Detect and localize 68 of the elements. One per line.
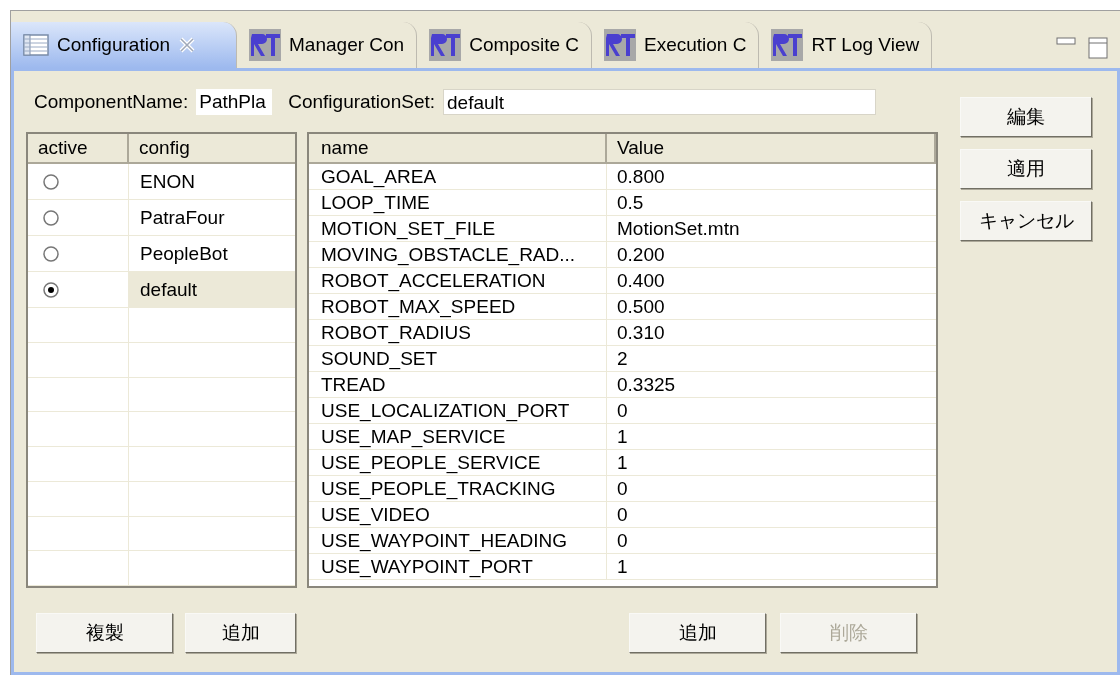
rt-logo-icon bbox=[249, 29, 282, 61]
table-cell: SOUND_SET bbox=[309, 346, 607, 371]
close-icon[interactable] bbox=[178, 36, 197, 54]
field-label: ComponentName: bbox=[34, 89, 189, 114]
push-button[interactable]: 適用 bbox=[960, 149, 1092, 189]
table-cell: USE_VIDEO bbox=[309, 502, 607, 527]
table-cell: USE_PEOPLE_TRACKING bbox=[309, 476, 607, 501]
field-label: ConfigurationSet: bbox=[288, 89, 436, 114]
table-cell-text: MotionSet.mtn bbox=[616, 217, 741, 241]
table-cell[interactable]: PeopleBot bbox=[129, 236, 295, 271]
table-cell: USE_WAYPOINT_PORT bbox=[309, 554, 607, 579]
table-cell: USE_PEOPLE_SERVICE bbox=[309, 450, 607, 475]
table-cell-text: 1 bbox=[616, 425, 629, 449]
table-icon bbox=[23, 34, 49, 56]
table-cell-text: 1 bbox=[616, 451, 629, 475]
configuration-set-field[interactable]: default bbox=[443, 89, 877, 115]
push-button[interactable]: 追加 bbox=[629, 613, 766, 653]
tab-label: Execution C bbox=[644, 32, 747, 57]
column-header[interactable]: config bbox=[129, 134, 295, 162]
maximize-icon[interactable] bbox=[1088, 37, 1108, 59]
tab-label: Configuration bbox=[57, 32, 171, 57]
component-name-field[interactable]: PathPla bbox=[196, 89, 273, 115]
table-cell-text: 0.800 bbox=[616, 165, 666, 189]
radio-button[interactable] bbox=[42, 280, 60, 299]
table-cell-text: 0.200 bbox=[616, 243, 666, 267]
table-cell: MOVING_OBSTACLE_RAD... bbox=[309, 242, 607, 267]
push-button[interactable]: キャンセル bbox=[960, 201, 1092, 241]
tab[interactable]: Configuration bbox=[11, 22, 238, 68]
table-cell-text: 0.500 bbox=[616, 295, 666, 319]
table-cell-text: 1 bbox=[616, 555, 629, 579]
push-button[interactable]: 追加 bbox=[185, 613, 296, 653]
table-cell-text: 0 bbox=[616, 477, 629, 501]
table-cell: USE_MAP_SERVICE bbox=[309, 424, 607, 449]
table-cell: LOOP_TIME bbox=[309, 190, 607, 215]
table-cell: ROBOT_MAX_SPEED bbox=[309, 294, 607, 319]
tab-label: Composite C bbox=[469, 32, 579, 57]
table-cell: TREAD bbox=[309, 372, 607, 397]
table-cell: ROBOT_ACCELERATION bbox=[309, 268, 607, 293]
table-cell[interactable]: default bbox=[129, 272, 295, 307]
table-cell: USE_WAYPOINT_HEADING bbox=[309, 528, 607, 553]
radio-button[interactable] bbox=[42, 172, 60, 191]
minimize-icon[interactable] bbox=[1056, 37, 1076, 47]
table-cell-text: 0 bbox=[616, 399, 629, 423]
column-header[interactable]: Value bbox=[607, 134, 936, 162]
table-cell: GOAL_AREA bbox=[309, 164, 607, 189]
table-cell-text: 2 bbox=[616, 347, 629, 371]
table-cell[interactable]: ENON bbox=[129, 164, 295, 199]
tab-label: Manager Con bbox=[289, 32, 405, 57]
table-cell-text: 0.5 bbox=[616, 191, 645, 215]
rt-logo-icon bbox=[604, 29, 636, 61]
column-header[interactable]: active bbox=[28, 134, 129, 162]
table-cell: ROBOT_RADIUS bbox=[309, 320, 607, 345]
table-cell-text: 0 bbox=[616, 503, 629, 527]
rt-logo-icon bbox=[429, 29, 462, 61]
column-header[interactable]: name bbox=[309, 134, 607, 162]
table-cell: MOTION_SET_FILE bbox=[309, 216, 607, 241]
push-button[interactable]: 複製 bbox=[36, 613, 173, 653]
table-cell-text: 0.400 bbox=[616, 269, 666, 293]
table-cell-text: 0 bbox=[616, 529, 629, 553]
table-cell: USE_LOCALIZATION_PORT bbox=[309, 398, 607, 423]
rt-logo-icon bbox=[771, 29, 804, 61]
table-cell[interactable]: PatraFour bbox=[129, 200, 295, 235]
push-button[interactable]: 編集 bbox=[960, 97, 1092, 137]
table-cell-text: 0.310 bbox=[616, 321, 666, 345]
radio-button[interactable] bbox=[42, 244, 60, 263]
radio-button[interactable] bbox=[42, 208, 60, 227]
table-cell-text: 0.3325 bbox=[616, 373, 677, 397]
tab-label: RT Log View bbox=[811, 32, 920, 57]
